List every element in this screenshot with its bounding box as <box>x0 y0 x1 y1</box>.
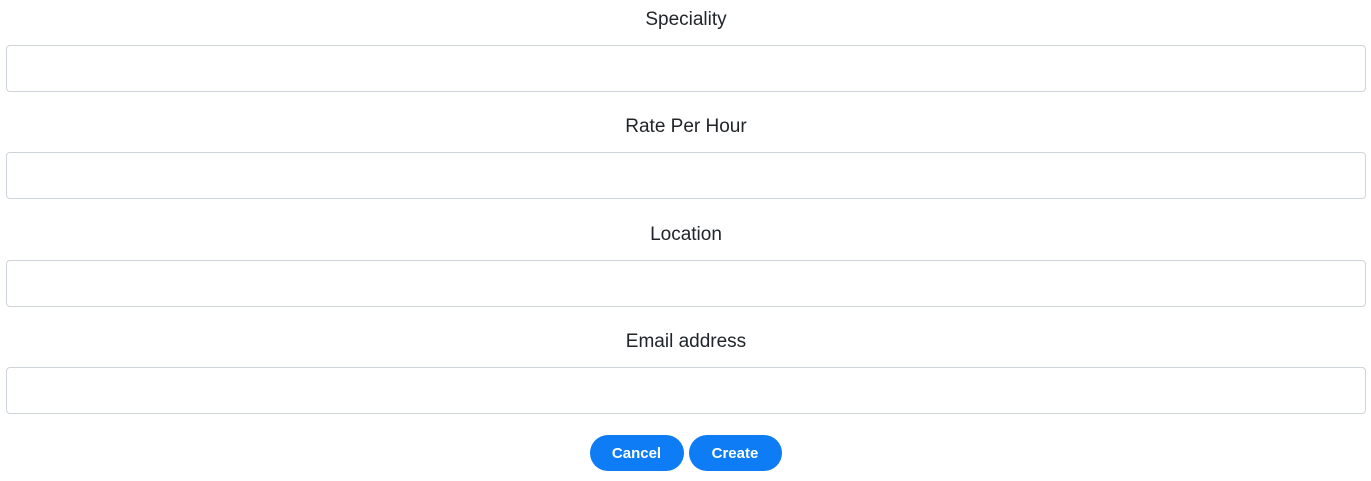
rate-per-hour-field-group: Rate Per Hour <box>6 115 1366 199</box>
speciality-label: Speciality <box>645 9 727 30</box>
email-address-input[interactable] <box>6 367 1366 414</box>
rate-per-hour-input[interactable] <box>6 152 1366 199</box>
location-label: Location <box>650 224 722 245</box>
location-input[interactable] <box>6 260 1366 307</box>
speciality-field-group: Speciality <box>6 8 1366 92</box>
email-field-group: Email address <box>6 330 1366 414</box>
email-address-label: Email address <box>625 331 747 352</box>
rate-per-hour-label: Rate Per Hour <box>625 116 747 137</box>
form-actions: Cancel Create <box>0 435 1371 471</box>
cancel-button[interactable]: Cancel <box>589 435 684 471</box>
speciality-input[interactable] <box>6 45 1366 92</box>
create-button[interactable]: Create <box>688 435 782 471</box>
location-field-group: Location <box>6 223 1366 307</box>
